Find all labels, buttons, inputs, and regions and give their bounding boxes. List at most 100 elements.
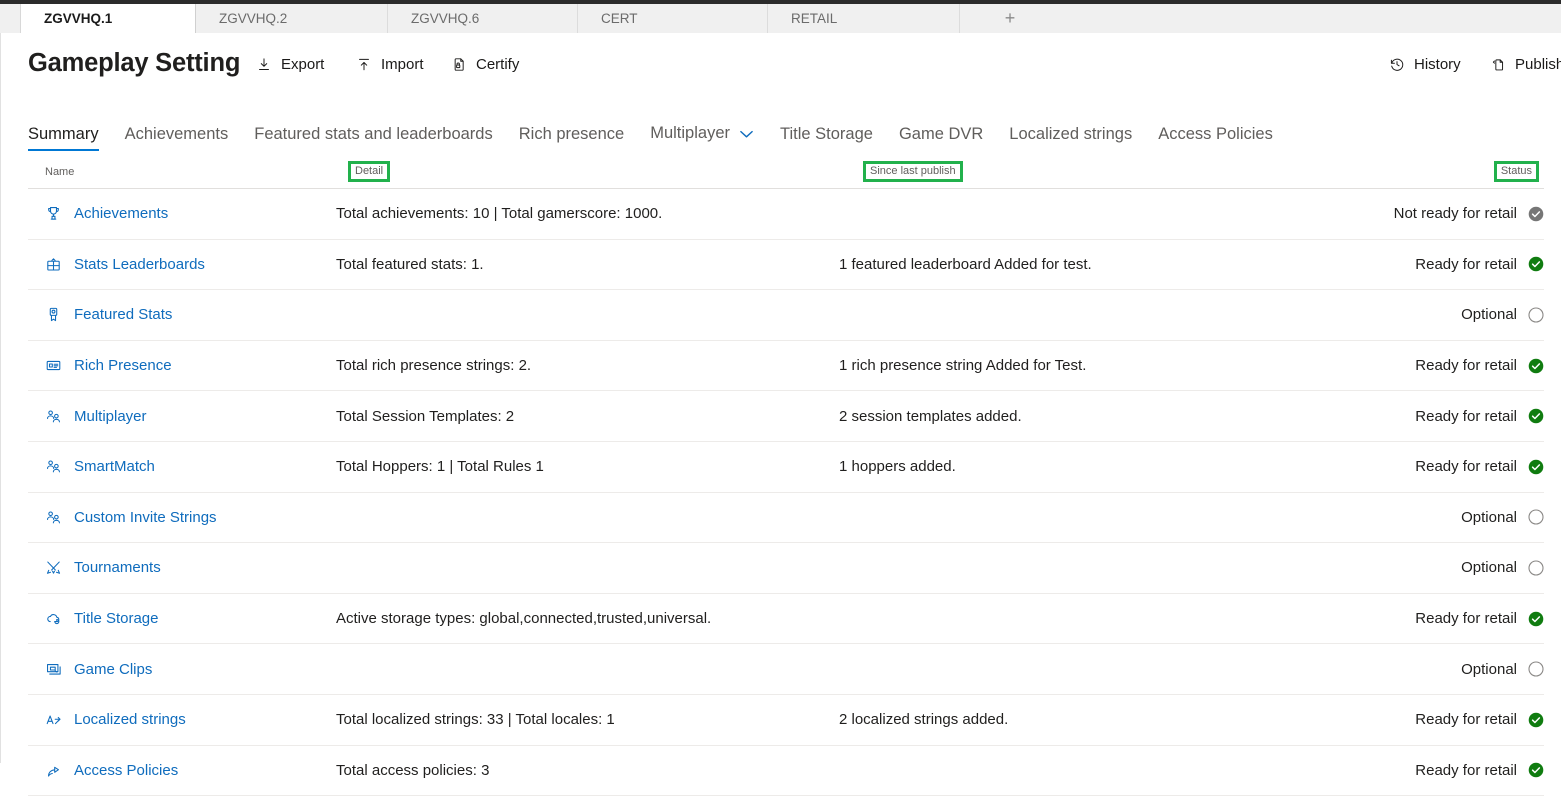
row-status: Optional bbox=[1461, 543, 1544, 593]
tab-rich-presence[interactable]: Rich presence bbox=[506, 124, 637, 151]
column-header-detail[interactable]: Detail bbox=[348, 161, 391, 182]
tab-summary[interactable]: Summary bbox=[28, 124, 112, 151]
row-name-label: SmartMatch bbox=[74, 458, 155, 476]
cloud-storage-icon bbox=[45, 610, 62, 627]
row-name-link[interactable]: Rich Presence bbox=[45, 341, 172, 391]
table-row[interactable]: Game Clips Optional bbox=[28, 644, 1544, 695]
publish-icon bbox=[1490, 56, 1506, 73]
row-name-link[interactable]: Access Policies bbox=[45, 746, 178, 796]
trophy-icon bbox=[45, 205, 62, 222]
row-name-link[interactable]: Title Storage bbox=[45, 594, 159, 644]
table-row[interactable]: Stats Leaderboards Total featured stats: … bbox=[28, 240, 1544, 291]
browser-tab-zgvvhq-6[interactable]: ZGVVHQ.6 bbox=[388, 4, 578, 33]
table-row[interactable]: Featured Stats Optional bbox=[28, 290, 1544, 341]
row-detail-text: Total Hoppers: 1 | Total Rules 1 bbox=[336, 458, 544, 476]
table-row[interactable]: Tournaments Optional bbox=[28, 543, 1544, 594]
column-header-since-last-publish[interactable]: Since last publish bbox=[863, 161, 963, 182]
row-name-link[interactable]: Multiplayer bbox=[45, 391, 147, 441]
row-status: Ready for retail bbox=[1415, 240, 1544, 290]
browser-tab-retail[interactable]: RETAIL bbox=[768, 4, 960, 33]
browser-tab-zgvvhq-2[interactable]: ZGVVHQ.2 bbox=[196, 4, 388, 33]
tab-localized-strings[interactable]: Localized strings bbox=[996, 124, 1145, 151]
command-label: Import bbox=[381, 56, 424, 73]
row-status: Ready for retail bbox=[1415, 695, 1544, 745]
status-badge: Optional bbox=[1461, 508, 1517, 526]
browser-tab-zgvvhq-1[interactable]: ZGVVHQ.1 bbox=[20, 4, 196, 33]
row-name-link[interactable]: Featured Stats bbox=[45, 290, 172, 340]
row-name-label: Tournaments bbox=[74, 559, 161, 577]
row-name-label: Game Clips bbox=[74, 660, 153, 678]
certify-button[interactable]: Certify bbox=[451, 56, 519, 73]
people-icon bbox=[45, 458, 62, 475]
id-card-icon bbox=[45, 357, 62, 374]
upload-icon bbox=[356, 56, 372, 73]
column-header-status[interactable]: Status bbox=[1493, 161, 1539, 182]
command-label: Publish bbox=[1515, 56, 1561, 73]
browser-tab-bar: ZGVVHQ.1 ZGVVHQ.2 ZGVVHQ.6 CERT RETAIL + bbox=[0, 4, 1561, 34]
row-name-link[interactable]: SmartMatch bbox=[45, 442, 155, 492]
people-icon bbox=[45, 408, 62, 425]
table-row[interactable]: Multiplayer Total Session Templates: 2 2 s… bbox=[28, 391, 1544, 442]
status-green-check-icon bbox=[1528, 408, 1544, 424]
browser-tab-label: CERT bbox=[601, 11, 638, 26]
status-empty-circle-icon bbox=[1528, 307, 1544, 323]
row-since-last-publish-text: 2 localized strings added. bbox=[839, 711, 1009, 729]
table-row[interactable]: Access Policies Total access policies: 3 R… bbox=[28, 746, 1544, 796]
tab-label: Game DVR bbox=[898, 125, 984, 143]
command-bar: Gameplay Setting Export Import Certify Hist… bbox=[1, 44, 1561, 86]
row-status: Ready for retail bbox=[1415, 594, 1544, 644]
row-since-last-publish-text: 1 featured leaderboard Added for test. bbox=[839, 255, 1092, 273]
table-row[interactable]: Title Storage Active storage types: globa… bbox=[28, 594, 1544, 645]
browser-tab-label: + bbox=[1004, 8, 1016, 28]
tab-label: Summary bbox=[28, 125, 99, 143]
table-row[interactable]: SmartMatch Total Hoppers: 1 | Total Rules… bbox=[28, 442, 1544, 493]
tab-label: Multiplayer bbox=[650, 124, 730, 143]
pivot-nav: Summary Achievements Featured stats and le… bbox=[28, 119, 1286, 151]
status-badge: Optional bbox=[1461, 660, 1517, 678]
tab-achievements[interactable]: Achievements bbox=[112, 124, 242, 151]
row-name-link[interactable]: Localized strings bbox=[45, 695, 186, 745]
row-name-label: Featured Stats bbox=[74, 306, 173, 324]
tournament-icon bbox=[45, 559, 62, 576]
browser-tab-label: ZGVVHQ.6 bbox=[411, 11, 480, 26]
tab-multiplayer[interactable]: Multiplayer bbox=[637, 123, 767, 151]
status-badge: Optional bbox=[1461, 306, 1517, 324]
table-row[interactable]: Achievements Total achievements: 10 | Tot… bbox=[28, 189, 1544, 240]
command-label: Certify bbox=[476, 56, 520, 73]
tab-game-dvr[interactable]: Game DVR bbox=[886, 124, 996, 151]
tab-label: Rich presence bbox=[518, 125, 625, 143]
column-header-name[interactable]: Name bbox=[45, 166, 74, 178]
row-name-link[interactable]: Stats Leaderboards bbox=[45, 240, 205, 290]
row-name-link[interactable]: Custom Invite Strings bbox=[45, 493, 217, 543]
ribbon-icon bbox=[45, 306, 62, 323]
game-clip-icon bbox=[45, 661, 62, 678]
status-green-check-icon bbox=[1528, 256, 1544, 272]
import-button[interactable]: Import bbox=[356, 56, 424, 73]
history-icon bbox=[1389, 56, 1405, 73]
browser-tab-cert[interactable]: CERT bbox=[578, 4, 768, 33]
tab-label: Featured stats and leaderboards bbox=[254, 125, 493, 143]
status-gray-check-icon bbox=[1528, 206, 1544, 222]
certificate-icon bbox=[451, 56, 467, 73]
table-row[interactable]: Custom Invite Strings Optional bbox=[28, 493, 1544, 544]
row-since-last-publish-text: 1 rich presence string Added for Test. bbox=[839, 357, 1087, 375]
row-detail-text: Total rich presence strings: 2. bbox=[336, 357, 532, 375]
row-name-link[interactable]: Achievements bbox=[45, 189, 168, 239]
tab-access-policies[interactable]: Access Policies bbox=[1145, 124, 1286, 151]
table-row[interactable]: Localized strings Total localized strings… bbox=[28, 695, 1544, 746]
status-badge: Ready for retail bbox=[1415, 610, 1517, 628]
tab-featured-stats-and-leaderboards[interactable]: Featured stats and leaderboards bbox=[241, 124, 506, 151]
publish-button[interactable]: Publish bbox=[1490, 56, 1561, 73]
row-detail-text: Total achievements: 10 | Total gamerscor… bbox=[336, 205, 663, 223]
row-name-link[interactable]: Tournaments bbox=[45, 543, 161, 593]
history-button[interactable]: History bbox=[1389, 56, 1461, 73]
status-badge: Optional bbox=[1461, 559, 1517, 577]
chevron-down-icon[interactable] bbox=[739, 124, 754, 144]
table-row[interactable]: Rich Presence Total rich presence strings… bbox=[28, 341, 1544, 392]
row-name-link[interactable]: Game Clips bbox=[45, 644, 152, 694]
table-header-row: Name Detail Since last publish Status bbox=[28, 160, 1544, 189]
status-empty-circle-icon bbox=[1528, 560, 1544, 576]
new-tab-button[interactable]: + bbox=[960, 4, 1060, 33]
tab-title-storage[interactable]: Title Storage bbox=[767, 124, 886, 151]
export-button[interactable]: Export bbox=[256, 56, 324, 73]
